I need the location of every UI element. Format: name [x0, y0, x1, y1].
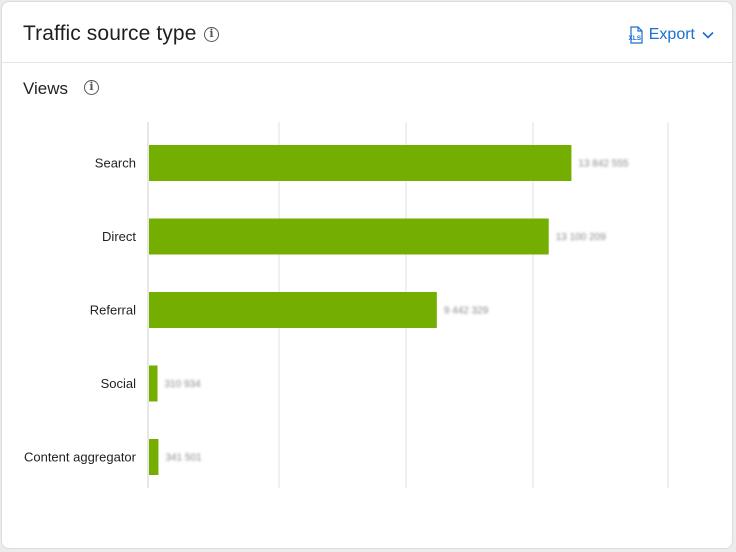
bar[interactable]: [149, 439, 159, 475]
category-label: Direct: [102, 229, 136, 244]
value-label: 341 501: [165, 453, 202, 464]
bar[interactable]: [149, 292, 437, 328]
bar-chart: Search Direct Referral Social Content aggreg…: [24, 122, 669, 488]
value-label: 13 100 209: [556, 232, 606, 243]
value-label: 310 934: [165, 379, 202, 390]
value-label: 13 842 555: [578, 159, 628, 170]
bar[interactable]: [149, 218, 549, 255]
category-label: Content aggregator: [24, 450, 137, 465]
chart-bars: [149, 145, 572, 475]
bar[interactable]: [149, 365, 158, 402]
chart-category-labels: Search Direct Referral Social Content aggreg…: [24, 156, 137, 465]
traffic-source-card: Traffic source type i XLS Export Views i…: [1, 1, 733, 549]
value-label: 9 442 329: [444, 306, 489, 317]
category-label: Referral: [90, 303, 136, 318]
bar[interactable]: [149, 145, 572, 181]
category-label: Social: [101, 376, 137, 391]
category-label: Search: [95, 156, 136, 171]
